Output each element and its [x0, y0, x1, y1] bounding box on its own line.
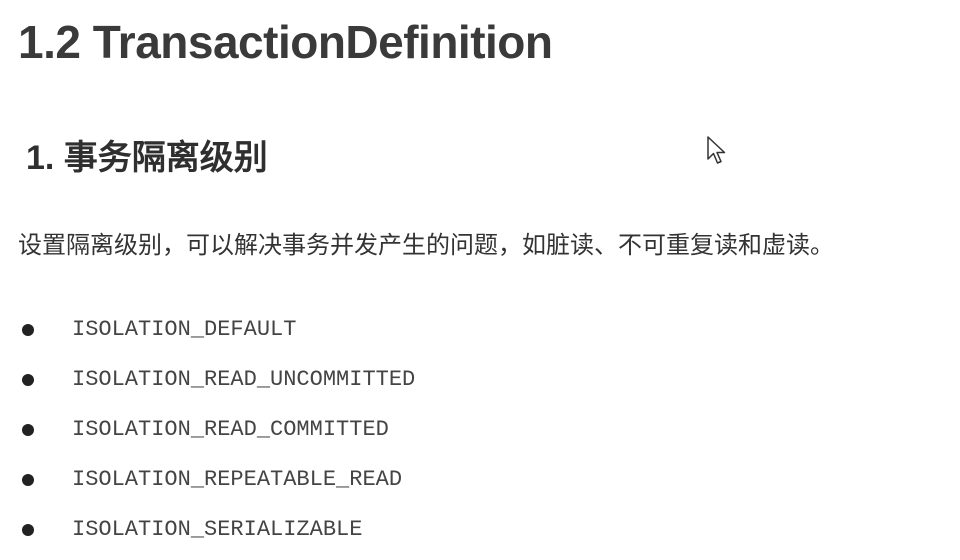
isolation-level-name: ISOLATION_REPEATABLE_READ	[72, 467, 403, 492]
section-description: 设置隔离级别，可以解决事务并发产生的问题，如脏读、不可重复读和虚读。	[18, 232, 834, 259]
mouse-pointer-icon	[707, 136, 726, 164]
isolation-level-name: ISOLATION_SERIALIZABLE	[72, 517, 363, 542]
section-title: 1. 事务隔离级别	[26, 139, 268, 177]
page-title: 1.2 TransactionDefinition	[18, 16, 553, 68]
isolation-level-name: ISOLATION_DEFAULT	[72, 317, 297, 342]
slide-page: 1.2 TransactionDefinition 1. 事务隔离级别 设置隔离…	[0, 0, 960, 560]
bullet-dot-icon	[22, 474, 34, 486]
bullet-dot-icon	[22, 524, 34, 536]
bullet-dot-icon	[22, 374, 34, 386]
isolation-level-name: ISOLATION_READ_COMMITTED	[72, 417, 389, 442]
bullet-dot-icon	[22, 424, 34, 436]
bullet-dot-icon	[22, 324, 34, 336]
isolation-level-name: ISOLATION_READ_UNCOMMITTED	[72, 367, 416, 392]
